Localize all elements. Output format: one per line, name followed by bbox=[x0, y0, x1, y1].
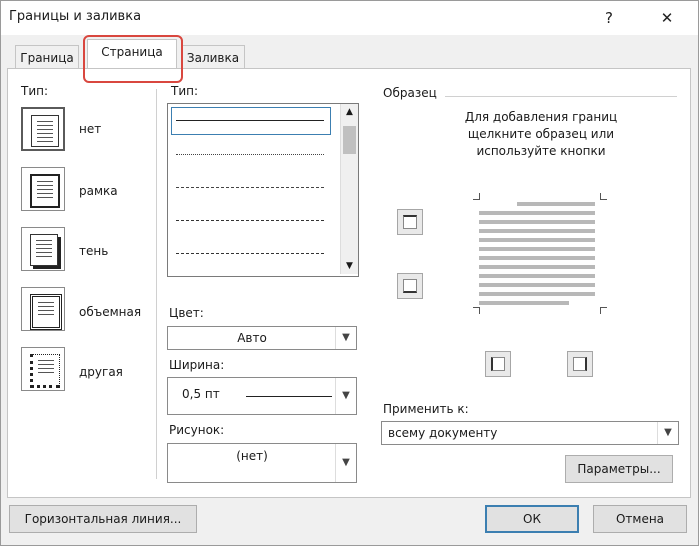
borders-and-shading-dialog: Границы и заливка ? ✕ Граница Страница З… bbox=[0, 0, 699, 546]
setting-shadow-label[interactable]: тень bbox=[79, 244, 108, 258]
page-shadow-icon[interactable] bbox=[21, 227, 65, 271]
art-value: (нет) bbox=[236, 449, 268, 463]
tab-shading[interactable]: Заливка bbox=[181, 45, 245, 70]
width-line-sample bbox=[246, 396, 332, 397]
art-label: Рисунок: bbox=[169, 423, 225, 437]
preview-hint: Для добавления границ щелкните образец и… bbox=[464, 110, 618, 158]
setting-label: Тип: bbox=[21, 84, 49, 98]
line-style-selected[interactable] bbox=[171, 107, 331, 135]
apply-to-label: Применить к: bbox=[383, 402, 469, 416]
chevron-down-icon[interactable]: ▼ bbox=[335, 444, 356, 482]
tab-border[interactable]: Граница bbox=[15, 45, 79, 70]
chevron-down-icon[interactable]: ▼ bbox=[335, 378, 356, 414]
line-style-list[interactable]: ▲ ▼ bbox=[167, 103, 359, 277]
scroll-down-icon[interactable]: ▼ bbox=[341, 258, 358, 274]
tab-highlight-outline bbox=[83, 35, 183, 83]
right-border-button[interactable] bbox=[567, 351, 593, 377]
width-label: Ширина: bbox=[169, 358, 225, 372]
setting-3d-label[interactable]: объемная bbox=[79, 305, 141, 319]
style-label: Тип: bbox=[171, 84, 199, 98]
line-style-dotted[interactable] bbox=[176, 154, 324, 155]
top-border-button[interactable] bbox=[397, 209, 423, 235]
preview-rule bbox=[445, 96, 677, 97]
line-style-dashed[interactable] bbox=[176, 220, 324, 221]
art-combo[interactable]: (нет) ▼ bbox=[167, 443, 357, 483]
left-border-button[interactable] bbox=[485, 351, 511, 377]
scroll-thumb[interactable] bbox=[343, 126, 356, 154]
scroll-up-icon[interactable]: ▲ bbox=[341, 104, 358, 120]
line-style-fine-dashed[interactable] bbox=[176, 187, 324, 188]
page-custom-icon[interactable] bbox=[21, 347, 65, 391]
setting-custom-label[interactable]: другая bbox=[79, 365, 123, 379]
line-style-solid[interactable] bbox=[176, 120, 324, 121]
color-label: Цвет: bbox=[169, 306, 204, 320]
width-value: 0,5 пт bbox=[182, 387, 220, 401]
page-box-icon[interactable] bbox=[21, 167, 65, 211]
width-combo[interactable]: 0,5 пт ▼ bbox=[167, 377, 357, 415]
setting-box-label[interactable]: рамка bbox=[79, 184, 118, 198]
cancel-button[interactable]: Отмена bbox=[593, 505, 687, 533]
ok-button[interactable]: ОК bbox=[485, 505, 579, 533]
chevron-down-icon[interactable]: ▼ bbox=[657, 422, 678, 444]
close-button[interactable]: ✕ bbox=[655, 7, 679, 29]
color-combo[interactable]: Авто ▼ bbox=[167, 326, 357, 350]
page-3d-icon[interactable] bbox=[21, 287, 65, 331]
title-bar: Границы и заливка ? ✕ bbox=[1, 1, 698, 35]
color-value: Авто bbox=[237, 331, 267, 345]
horizontal-line-button[interactable]: Горизонтальная линия... bbox=[9, 505, 197, 533]
bottom-border-button[interactable] bbox=[397, 273, 423, 299]
style-list-scrollbar[interactable]: ▲ ▼ bbox=[340, 104, 358, 274]
apply-to-value: всему документу bbox=[388, 426, 498, 440]
corner-mark bbox=[600, 307, 607, 314]
corner-mark bbox=[600, 193, 607, 200]
preview-label: Образец bbox=[383, 86, 437, 100]
corner-mark bbox=[473, 307, 480, 314]
section-divider bbox=[156, 89, 157, 479]
setting-none-label[interactable]: нет bbox=[79, 122, 101, 136]
help-button[interactable]: ? bbox=[597, 7, 621, 29]
options-button[interactable]: Параметры... bbox=[565, 455, 673, 483]
line-style-dash-dot[interactable] bbox=[176, 253, 324, 254]
corner-mark bbox=[473, 193, 480, 200]
apply-to-combo[interactable]: всему документу ▼ bbox=[381, 421, 679, 445]
page-none-icon[interactable] bbox=[21, 107, 65, 151]
dialog-title: Границы и заливка bbox=[9, 9, 142, 24]
chevron-down-icon[interactable]: ▼ bbox=[335, 327, 356, 349]
